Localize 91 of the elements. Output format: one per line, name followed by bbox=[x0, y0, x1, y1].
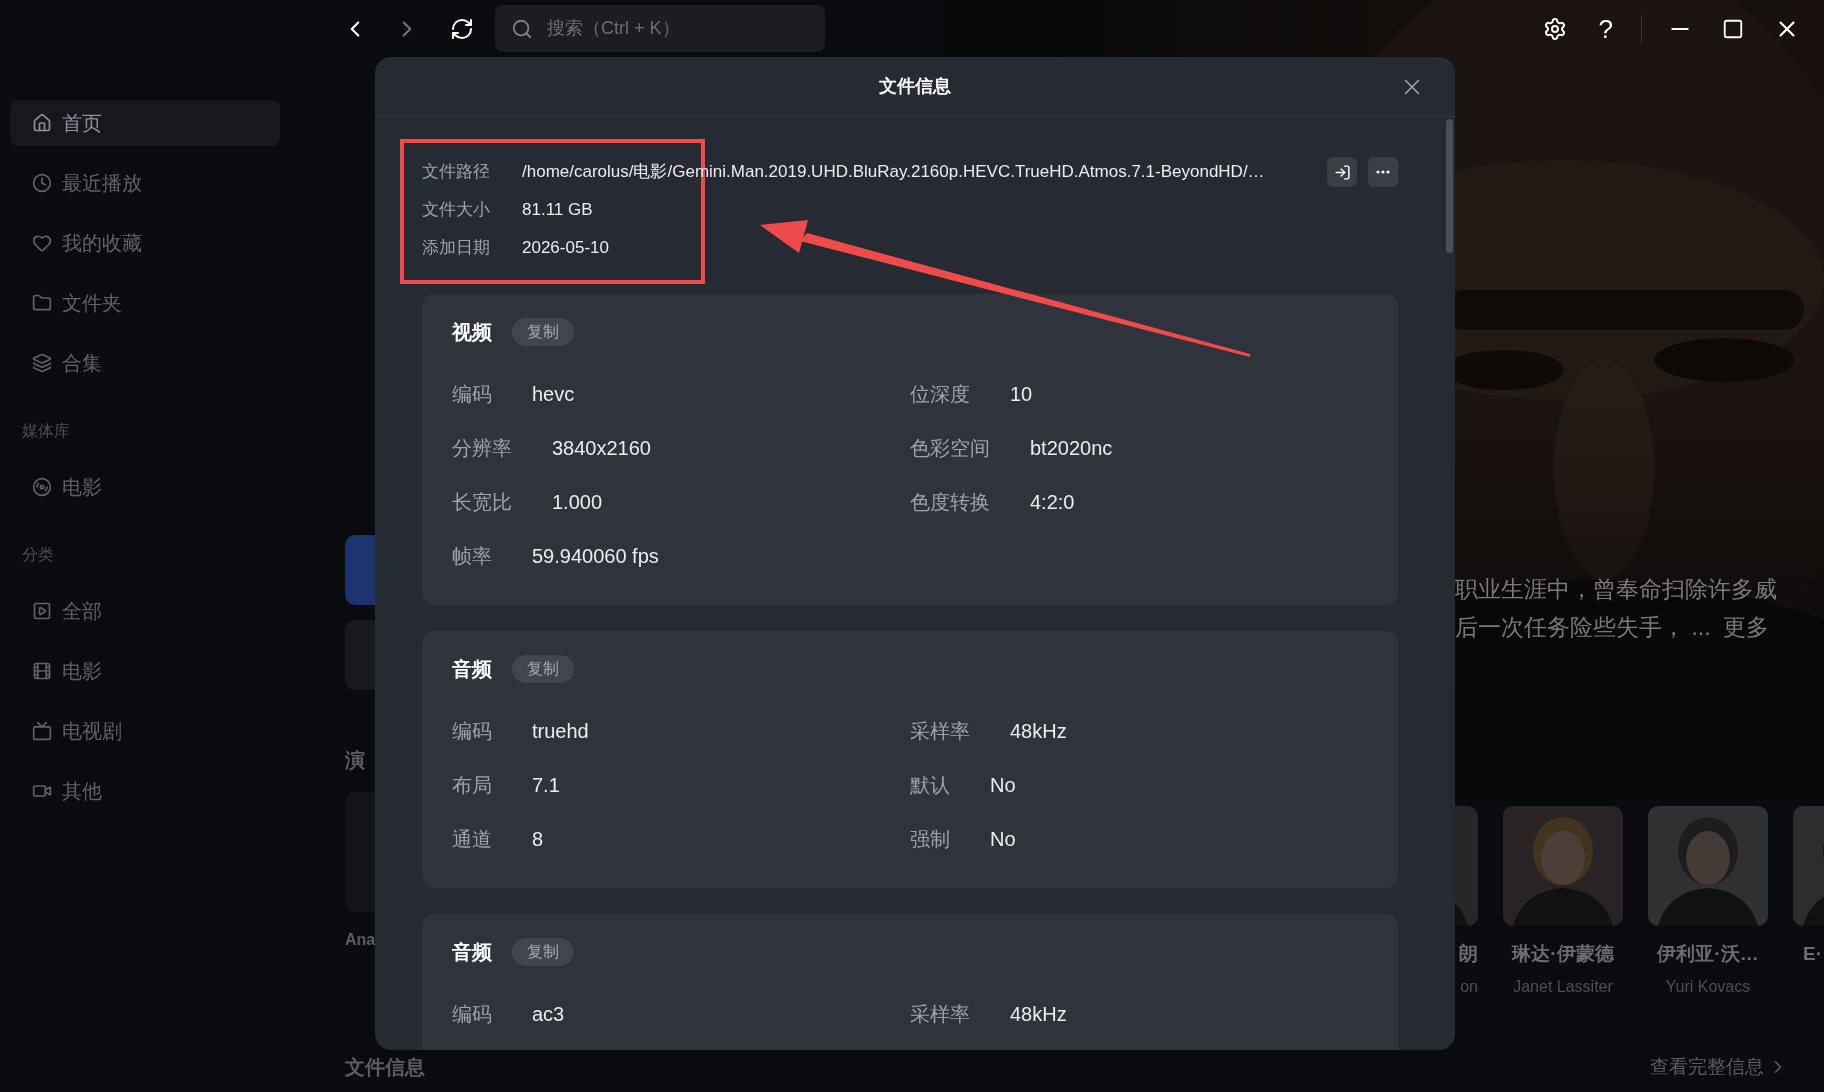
field-value: bt2020nc bbox=[1030, 436, 1113, 461]
field-label: 编码 bbox=[452, 719, 492, 744]
cast-name: E· bbox=[1802, 942, 1823, 966]
file-info-label: 文件大小 bbox=[422, 199, 491, 222]
layers-icon bbox=[32, 353, 52, 373]
cast-card[interactable]: 琳达·伊蒙德 Janet Lassiter bbox=[1503, 806, 1623, 999]
more-link[interactable]: 更多 bbox=[1722, 613, 1769, 641]
field-value: 3840x2160 bbox=[552, 436, 651, 461]
field-value: hevc bbox=[532, 382, 575, 407]
field-value: 7.1 bbox=[532, 773, 560, 798]
field-value: 10 bbox=[1010, 382, 1033, 407]
field-value: 4:2:0 bbox=[1030, 490, 1075, 515]
field-value: ac3 bbox=[532, 1002, 565, 1027]
sidebar-item[interactable]: 电视剧 bbox=[10, 708, 280, 754]
sidebar-item[interactable]: 合集 bbox=[10, 340, 280, 386]
sidebar-item[interactable]: 我的收藏 bbox=[10, 220, 280, 266]
copy-button[interactable]: 复制 bbox=[512, 318, 574, 346]
field-label: 色彩空间 bbox=[910, 436, 990, 461]
enter-icon bbox=[1333, 163, 1351, 181]
search-field[interactable]: 搜索（Ctrl + K） bbox=[495, 5, 825, 52]
field-label: 默认 bbox=[910, 773, 950, 798]
help-icon[interactable]: ? bbox=[1598, 15, 1613, 42]
settings-icon[interactable] bbox=[1542, 16, 1567, 41]
field-value: truehd bbox=[532, 719, 589, 744]
section-heading: 演 bbox=[345, 748, 366, 773]
film-reel-icon bbox=[32, 477, 52, 497]
description-text: 职业生涯中，曾奉命扫除许多威 bbox=[1455, 575, 1778, 603]
dialog-title: 文件信息 bbox=[879, 75, 951, 98]
play-icon bbox=[32, 601, 52, 621]
field-label: 强制 bbox=[910, 827, 950, 852]
field-label: 通道 bbox=[452, 827, 492, 852]
field-value: 48kHz bbox=[1010, 719, 1067, 744]
cast-name: 朗 bbox=[1458, 942, 1478, 966]
field-value: 8 bbox=[532, 827, 544, 852]
refresh-icon[interactable] bbox=[450, 16, 474, 41]
section-title: 视频 bbox=[452, 320, 492, 345]
cast-name: 伊利亚·沃… bbox=[1655, 942, 1760, 966]
search-icon bbox=[511, 17, 533, 40]
cast-card[interactable]: 伊利亚·沃… Yuri Kovacs bbox=[1648, 806, 1768, 999]
sidebar-heading: 分类 bbox=[21, 545, 55, 565]
sidebar-item[interactable]: 最近播放 bbox=[10, 160, 280, 206]
more-options-button[interactable] bbox=[1368, 157, 1398, 187]
file-info-label: 添加日期 bbox=[422, 237, 491, 260]
field-label: 采样率 bbox=[910, 719, 970, 744]
section-title: 音频 bbox=[452, 657, 492, 682]
field-value: 1.000 bbox=[552, 490, 603, 515]
sidebar-item[interactable]: 电影 bbox=[10, 464, 280, 510]
field-label: 分辨率 bbox=[452, 436, 512, 461]
open-folder-button[interactable] bbox=[1327, 157, 1357, 187]
full-info-link[interactable]: 查看完整信息 bbox=[1650, 1052, 1788, 1082]
field-label: 编码 bbox=[452, 1002, 492, 1027]
cast-role: Janet Lassiter bbox=[1512, 976, 1614, 997]
field-value: No bbox=[990, 773, 1016, 798]
field-label: 色度转换 bbox=[910, 490, 990, 515]
field-label: 位深度 bbox=[910, 382, 970, 407]
field-label: 编码 bbox=[452, 382, 492, 407]
copy-button[interactable]: 复制 bbox=[512, 938, 574, 966]
field-value: 59.940060 fps bbox=[532, 544, 659, 569]
field-label: 帧率 bbox=[452, 544, 492, 569]
copy-button[interactable]: 复制 bbox=[512, 655, 574, 683]
field-label: 布局 bbox=[452, 773, 492, 798]
tv-icon bbox=[32, 721, 52, 741]
file-info-value: 2026-05-10 bbox=[522, 237, 609, 260]
sidebar-item[interactable]: 文件夹 bbox=[10, 280, 280, 326]
sidebar-item[interactable]: 全部 bbox=[10, 588, 280, 634]
section-heading: 文件信息 bbox=[345, 1055, 425, 1080]
sidebar-item[interactable]: 其他 bbox=[10, 768, 280, 814]
field-value: 48kHz bbox=[1010, 1002, 1067, 1027]
home-icon bbox=[32, 113, 52, 133]
field-label: 长宽比 bbox=[452, 490, 512, 515]
cast-name: Ana bbox=[345, 930, 375, 950]
sidebar-item[interactable]: 电影 bbox=[10, 648, 280, 694]
sidebar-heading: 媒体库 bbox=[21, 421, 71, 441]
clock-icon bbox=[32, 173, 52, 193]
file-info-value: 81.11 GB bbox=[522, 199, 593, 222]
heart-icon bbox=[32, 233, 52, 253]
section-title: 音频 bbox=[452, 940, 492, 965]
maximize-icon[interactable] bbox=[1722, 17, 1744, 40]
folder-icon bbox=[32, 293, 52, 313]
cast-role: Yuri Kovacs bbox=[1664, 976, 1752, 997]
cast-card[interactable]: E· bbox=[1793, 806, 1824, 999]
ellipsis-icon bbox=[1376, 170, 1390, 174]
sidebar-item[interactable]: 首页 bbox=[10, 100, 280, 146]
field-value: No bbox=[990, 827, 1016, 852]
cast-role: on bbox=[1459, 976, 1478, 997]
scrollbar[interactable] bbox=[1446, 119, 1453, 253]
field-label: 采样率 bbox=[910, 1002, 970, 1027]
cast-name: 琳达·伊蒙德 bbox=[1510, 942, 1615, 966]
film-strip-icon bbox=[32, 661, 52, 681]
file-info-label: 文件路径 bbox=[422, 161, 491, 184]
description-text: 后一次任务险些失手， ... bbox=[1455, 613, 1711, 641]
